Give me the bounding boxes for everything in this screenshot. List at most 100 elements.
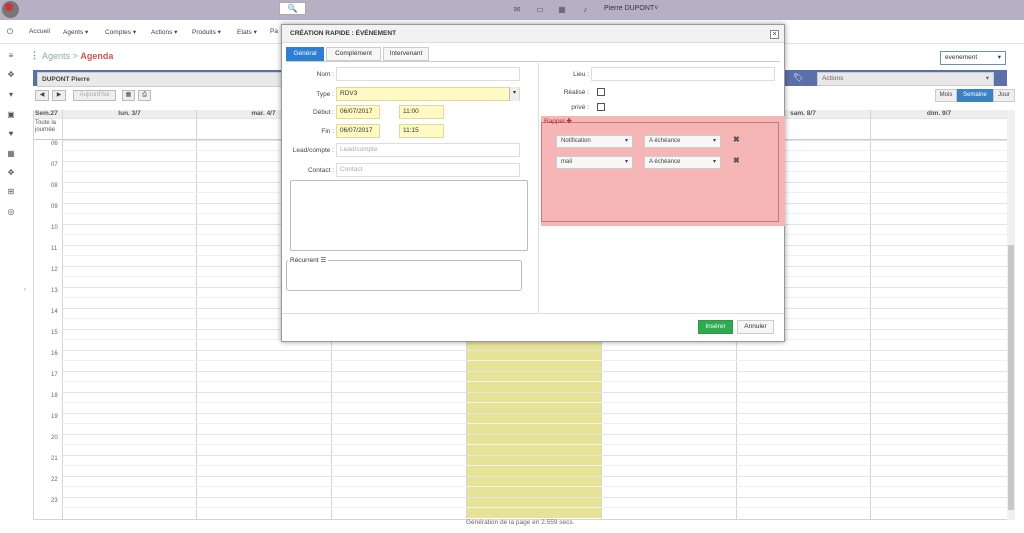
lead-label: Lead/compte : (292, 147, 334, 154)
calendar-icon[interactable]: ▦ (557, 5, 567, 14)
print-icon[interactable]: ⎙ (138, 90, 151, 101)
remove-icon[interactable]: ✖ (733, 156, 740, 165)
avatar[interactable] (2, 1, 19, 18)
search-icon[interactable]: 🔍 (279, 2, 306, 15)
type-select[interactable]: RDV3 ▾ (336, 87, 520, 101)
inbox-icon[interactable]: ▭ (535, 5, 545, 14)
rappel-type-value: Notification (561, 138, 591, 144)
half-hour-line (62, 465, 1008, 466)
list-icon: ☰ (320, 257, 327, 264)
column-divider (538, 63, 539, 313)
fin-date-input[interactable]: 06/07/2017 (336, 124, 380, 138)
hour-line (62, 371, 1008, 372)
tags-icon[interactable]: 🏷 (793, 73, 805, 83)
rappel-type-select-1[interactable]: Notification ▾ (556, 135, 633, 148)
lead-input[interactable]: Lead/compte (336, 143, 520, 157)
add-icon[interactable]: ✚ (566, 118, 571, 125)
hour-label: 22 (51, 477, 58, 483)
menu-actions[interactable]: Actions ▾ (151, 28, 177, 36)
menu-comptes[interactable]: Comptes ▾ (105, 28, 136, 36)
description-textarea[interactable] (290, 180, 528, 251)
hour-label: 10 (51, 225, 58, 231)
nom-input[interactable] (336, 67, 520, 81)
day-header-sun[interactable]: dim. 9/7 (871, 110, 1007, 118)
contact-input[interactable]: Contact (336, 163, 520, 177)
rappel-type-select-2[interactable]: mail ▾ (556, 156, 633, 169)
hour-label: 15 (51, 330, 58, 336)
type-value: RDV3 (340, 90, 358, 97)
hour-label: 19 (51, 414, 58, 420)
today-button[interactable]: Aujourd'hui (73, 90, 116, 101)
tab-general[interactable]: Général (286, 47, 324, 61)
debut-time-input[interactable]: 11:00 (399, 105, 444, 119)
half-hour-line (62, 486, 1008, 487)
recurrent-legend[interactable]: Récurrent ☰ (288, 256, 329, 264)
rappel-when-select-1[interactable]: A échéance ▾ (644, 135, 721, 148)
arrows-icon[interactable]: ✥ (6, 168, 16, 177)
breadcrumb-root[interactable]: Agents (42, 51, 70, 61)
rappel-when-value: A échéance (649, 159, 681, 165)
rappel-when-select-2[interactable]: A échéance ▾ (644, 156, 721, 169)
page-title: Agenda (80, 51, 114, 61)
breadcrumb: Agents > Agenda (42, 51, 113, 61)
remove-icon[interactable]: ✖ (733, 135, 740, 144)
tab-complement[interactable]: Complément (326, 47, 381, 61)
rappel-type-value: mail (561, 159, 573, 165)
quick-create-event-modal: CRÉATION RAPIDE : ÉVÉNEMENT × Général Co… (281, 24, 785, 342)
prev-button[interactable]: ◀ (35, 90, 49, 101)
prive-checkbox[interactable] (597, 103, 605, 111)
mail-icon[interactable]: ✉ (512, 5, 522, 14)
cart-icon[interactable]: ▾ (6, 90, 16, 99)
view-week[interactable]: Semaine (957, 89, 993, 102)
actions-select[interactable]: Actions ▾ (817, 72, 994, 86)
hour-line (62, 350, 1008, 351)
hour-line (62, 392, 1008, 393)
debut-date-input[interactable]: 06/07/2017 (336, 105, 380, 119)
type-label: Type : (316, 91, 334, 98)
calendar-side-icon[interactable]: ▦ (6, 149, 16, 158)
money-icon[interactable]: ▣ (6, 110, 16, 119)
menu-produits[interactable]: Produits ▾ (192, 28, 221, 36)
power-icon[interactable]: ⏻ (5, 27, 15, 36)
cancel-button[interactable]: Annuler (737, 320, 774, 334)
realise-label: Réalisé : (563, 89, 589, 96)
tab-intervenant[interactable]: Intervenant (383, 47, 429, 61)
heartbeat-icon[interactable]: ♥ (6, 129, 16, 138)
rappel-title[interactable]: Rappel ✚ (544, 117, 572, 125)
view-month[interactable]: Mois (935, 89, 957, 102)
menu-etats[interactable]: Etats ▾ (237, 28, 257, 36)
calendar-picker-icon[interactable]: ▦ (122, 90, 135, 101)
hour-label: 11 (51, 246, 58, 252)
hamburger-icon[interactable]: ≡ (6, 51, 16, 60)
menu-agents[interactable]: Agents ▾ (63, 28, 88, 36)
hour-label: 06 (51, 141, 58, 147)
menu-accueil[interactable]: Accueil (29, 28, 50, 35)
lieu-input[interactable] (591, 67, 775, 81)
realise-checkbox[interactable] (597, 88, 605, 96)
hour-label: 07 (51, 162, 58, 168)
rappel-label: Rappel (544, 118, 565, 125)
view-day[interactable]: Jour (993, 89, 1015, 102)
week-label: Sem.27 (35, 110, 58, 117)
target-icon[interactable]: ◎ (6, 207, 16, 216)
grid-icon[interactable]: ⊞ (6, 187, 16, 196)
next-button[interactable]: ▶ (52, 90, 66, 101)
all-day-label: Toute la journée (35, 120, 57, 133)
fin-time-input[interactable]: 11:15 (399, 124, 444, 138)
hour-label: 14 (51, 309, 58, 315)
collapse-icon[interactable]: ‹ (24, 287, 26, 293)
scrollbar-thumb[interactable] (1008, 245, 1014, 510)
user-menu[interactable]: Pierre DUPONT˅ (604, 5, 658, 12)
bell-icon[interactable]: ♪ (580, 5, 590, 14)
move-icon[interactable]: ✥ (6, 70, 16, 79)
event-type-select[interactable]: evenement ▾ (940, 51, 1006, 65)
modal-title: CRÉATION RAPIDE : ÉVÉNEMENT (282, 25, 784, 43)
menu-more[interactable]: Pa (270, 28, 278, 35)
insert-button[interactable]: Insérer (698, 320, 733, 334)
close-icon[interactable]: × (770, 30, 779, 39)
actions-select-value: Actions (822, 75, 844, 82)
hour-label: 23 (51, 498, 58, 504)
hour-line (62, 455, 1008, 456)
page-footer: Génération de la page en 2.559 secs. (466, 519, 575, 526)
day-header-mon[interactable]: lun. 3/7 (63, 110, 196, 118)
